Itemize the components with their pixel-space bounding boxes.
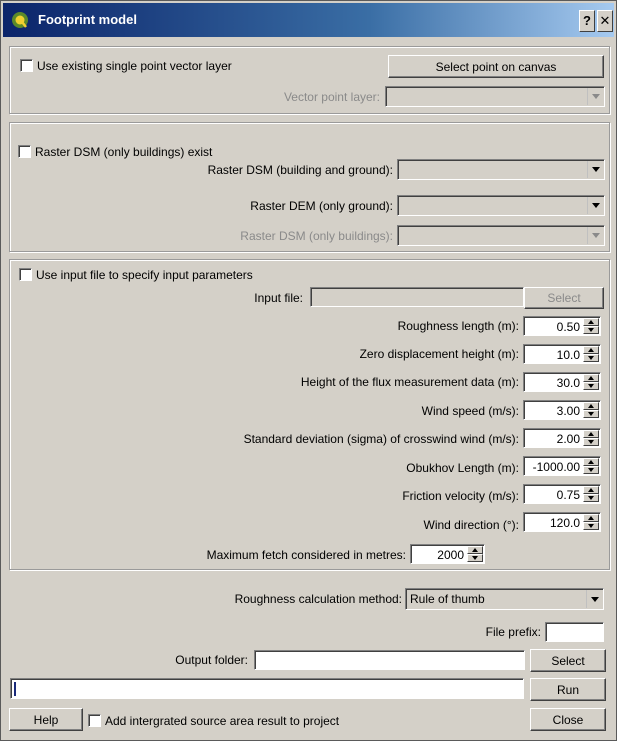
zero-displacement-height-label: Zero displacement height (m): [359,347,519,361]
chevron-down-icon [587,197,603,214]
spin-down-icon[interactable] [583,354,599,362]
vector-point-layer-label: Vector point layer: [283,90,380,104]
raster-dem-combo[interactable] [397,195,605,216]
chevron-down-icon [586,590,602,608]
window-title: Footprint model [38,12,137,27]
spin-up-icon[interactable] [583,346,599,354]
select-point-on-canvas-button[interactable]: Select point on canvas [388,55,604,78]
run-button[interactable]: Run [530,678,606,701]
roughness-length-spinbox[interactable]: 0.50 [523,316,601,336]
friction-velocity-spinbox[interactable]: 0.75 [523,484,601,504]
input-file-label: Input file: [254,291,303,305]
progress-bar [10,678,524,699]
help-icon[interactable]: ? [579,10,595,32]
flux-measurement-height-spinbox[interactable]: 30.0 [523,372,601,392]
output-folder-field[interactable] [254,650,525,670]
raster-dsm-exist-checkbox[interactable] [18,145,31,158]
output-folder-label: Output folder: [175,653,248,667]
spin-up-icon[interactable] [467,546,483,554]
raster-dsm-building-ground-label: Raster DSM (building and ground): [207,163,393,177]
chevron-down-icon [587,88,603,105]
spin-up-icon[interactable] [583,318,599,326]
spin-up-icon[interactable] [583,514,599,522]
roughness-length-label: Roughness length (m): [397,319,519,333]
title-bar[interactable]: Footprint model ? ✕ [3,3,614,37]
wind-direction-label: Wind direction (°): [423,518,520,532]
spin-down-icon[interactable] [583,410,599,418]
input-file-select-button[interactable]: Select [524,287,604,309]
use-input-file-label: Use input file to specify input paramete… [36,268,253,282]
spin-down-icon[interactable] [583,494,599,502]
roughness-method-combo[interactable]: Rule of thumb [405,588,604,610]
wind-direction-spinbox[interactable]: 120.0 [523,512,601,532]
wind-speed-spinbox[interactable]: 3.00 [523,400,601,420]
close-button[interactable]: Close [530,708,606,731]
output-folder-select-button[interactable]: Select [530,649,606,672]
file-prefix-label: File prefix: [485,625,541,639]
spin-down-icon[interactable] [583,522,599,530]
spin-down-icon[interactable] [583,326,599,334]
file-prefix-field[interactable] [545,622,604,642]
spin-down-icon[interactable] [583,438,599,446]
raster-dem-label: Raster DEM (only ground): [250,199,393,213]
chevron-down-icon [587,227,603,244]
point-group: Use existing single point vector layer S… [9,46,610,114]
flux-measurement-height-label: Height of the flux measurement data (m): [300,375,519,389]
progress-caret [14,682,16,696]
crosswind-sigma-label: Standard deviation (sigma) of crosswind … [243,432,519,446]
add-result-label: Add intergrated source area result to pr… [105,714,340,728]
spin-up-icon[interactable] [583,486,599,494]
spin-up-icon[interactable] [583,374,599,382]
use-existing-point-label: Use existing single point vector layer [37,59,232,73]
zero-displacement-height-spinbox[interactable]: 10.0 [523,344,601,364]
spin-up-icon[interactable] [583,402,599,410]
input-file-field[interactable] [310,287,524,307]
obukhov-length-spinbox[interactable]: -1000.00 [523,456,601,476]
use-existing-point-checkbox[interactable] [20,59,33,72]
add-result-checkbox[interactable] [88,714,101,727]
parameters-group: Use input file to specify input paramete… [9,259,610,570]
qgis-app-icon [12,12,28,28]
crosswind-sigma-spinbox[interactable]: 2.00 [523,428,601,448]
max-fetch-spinbox[interactable]: 2000 [410,544,485,564]
raster-group: Raster DSM (only buildings) exist Raster… [9,122,610,252]
help-button[interactable]: Help [9,708,83,731]
raster-dsm-buildings-label: Raster DSM (only buildings): [240,229,393,243]
spin-down-icon[interactable] [583,466,599,474]
chevron-down-icon [587,161,603,178]
spin-up-icon[interactable] [583,430,599,438]
raster-dsm-exist-label: Raster DSM (only buildings) exist [35,145,213,159]
footprint-model-dialog: Footprint model ? ✕ Use existing single … [0,0,617,741]
raster-dsm-buildings-combo[interactable] [397,225,605,246]
close-icon[interactable]: ✕ [597,10,613,32]
friction-velocity-label: Friction velocity (m/s): [402,489,519,503]
max-fetch-label: Maximum fetch considered in metres: [206,548,406,562]
raster-dsm-building-ground-combo[interactable] [397,159,605,180]
spin-up-icon[interactable] [583,458,599,466]
spin-down-icon[interactable] [583,382,599,390]
spin-down-icon[interactable] [467,554,483,562]
obukhov-length-label: Obukhov Length (m): [406,461,519,475]
wind-speed-label: Wind speed (m/s): [421,404,519,418]
vector-point-layer-combo[interactable] [385,86,605,107]
roughness-method-label: Roughness calculation method: [234,592,402,606]
use-input-file-checkbox[interactable] [19,268,32,281]
